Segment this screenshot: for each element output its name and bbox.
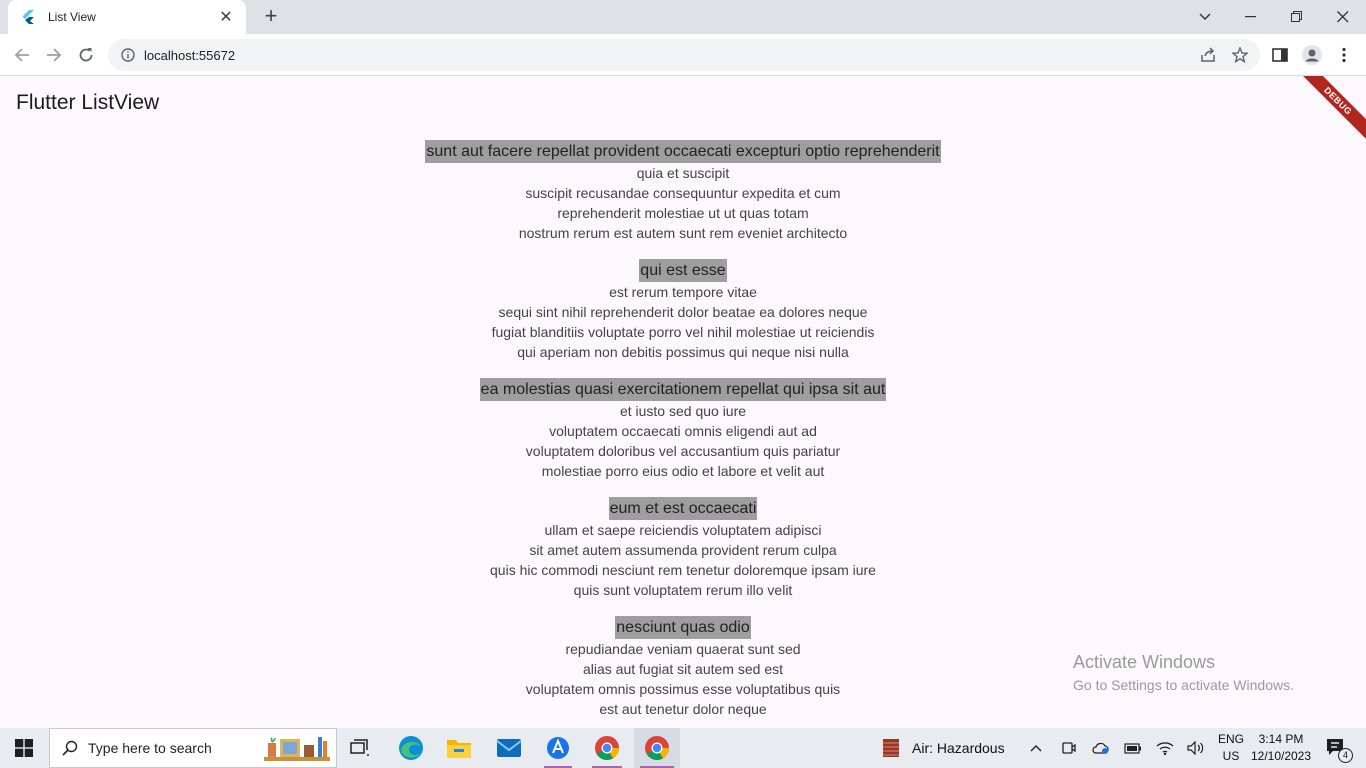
wifi-icon[interactable] (1154, 728, 1176, 768)
reload-icon[interactable] (73, 42, 99, 68)
post-body-line: voluptatem doloribus vel accusantium qui… (525, 443, 841, 459)
side-panel-icon[interactable] (1270, 45, 1290, 65)
back-arrow-icon[interactable] (9, 42, 35, 68)
chrome-active-icon[interactable] (634, 728, 680, 768)
lang-bottom: US (1222, 749, 1240, 763)
lang-top: ENG (1217, 732, 1244, 746)
close-window-button[interactable] (1320, 0, 1366, 34)
minimize-button[interactable] (1228, 0, 1274, 34)
post-body-line: voluptatem occaecati omnis eligendi aut … (549, 423, 817, 439)
tab-strip: List View ✕ + (0, 0, 1366, 34)
address-bar[interactable]: localhost:55672 (108, 39, 1260, 71)
post-body-line: sequi sint nihil reprehenderit dolor bea… (498, 304, 868, 320)
post-body-line: molestiae porro eius odio et labore et v… (541, 463, 825, 479)
notification-center-icon[interactable]: 4 (1322, 728, 1353, 768)
flutter-favicon-icon (20, 9, 36, 25)
notification-count: 4 (1338, 748, 1353, 763)
bookmark-star-icon[interactable] (1230, 45, 1250, 65)
post-body-line: reprehenderit molestiae ut ut quas totam (557, 205, 809, 221)
task-view-icon[interactable] (342, 728, 378, 768)
restore-button[interactable] (1274, 0, 1320, 34)
post-body-line: fugiat blanditiis voluptate porro vel ni… (491, 324, 875, 340)
meet-now-icon[interactable] (1058, 728, 1080, 768)
weather-widget[interactable]: Air: Hazardous (880, 728, 1010, 768)
post-title: nesciunt quas odio (615, 616, 751, 639)
post-body-line: est rerum tempore vitae (609, 284, 757, 300)
post-body-line: quis sunt voluptatem rerum illo velit (573, 582, 793, 598)
post-body-line: qui aperiam non debitis possimus qui neq… (517, 344, 849, 360)
site-info-icon[interactable] (120, 47, 136, 63)
search-placeholder: Type here to search (88, 740, 212, 756)
windows-start-icon[interactable] (0, 728, 48, 768)
battery-plug-icon[interactable] (1122, 728, 1144, 768)
list-item[interactable]: sunt aut facere repellat provident occae… (0, 140, 1366, 243)
list-item[interactable]: eum et est occaecati ullam et saepe reic… (0, 497, 1366, 600)
flutter-app-page: Flutter ListView DEBUG sunt aut facere r… (0, 76, 1366, 728)
app-bar-title: Flutter ListView (16, 91, 160, 114)
post-title: eum et est occaecati (608, 497, 758, 520)
app-store-a-icon[interactable] (538, 728, 578, 768)
post-body-line: suscipit recusandae consequuntur expedit… (525, 185, 841, 201)
post-body-line: sit amet autem assumenda provident rerum… (529, 542, 837, 558)
tab-search-chevron-icon[interactable] (1182, 0, 1228, 34)
post-body-line: quia et suscipit (636, 165, 730, 181)
watermark-line-1: Activate Windows (1073, 652, 1216, 672)
mail-icon[interactable] (490, 728, 528, 768)
weather-text: Air: Hazardous (912, 740, 1005, 756)
clock-time: 3:14 PM (1258, 732, 1304, 746)
clock-date: 12/10/2023 (1250, 749, 1312, 763)
language-indicator[interactable]: ENG US (1216, 731, 1246, 765)
post-body-line: quis hic commodi nesciunt rem tenetur do… (490, 562, 876, 578)
chrome-icon[interactable] (586, 728, 628, 768)
forward-arrow-icon[interactable] (41, 42, 67, 68)
onedrive-sync-icon[interactable] (1090, 728, 1112, 768)
system-clock[interactable]: 3:14 PM 12/10/2023 (1244, 731, 1318, 765)
post-body-line: et iusto sed quo iure (619, 403, 747, 419)
list-item[interactable]: ea molestias quasi exercitationem repell… (0, 378, 1366, 481)
search-icon (62, 740, 78, 756)
profile-avatar-icon[interactable] (1302, 45, 1322, 65)
tray-chevron-up-icon[interactable] (1026, 728, 1046, 768)
activate-windows-watermark: Activate Windows Go to Settings to activ… (1073, 652, 1294, 693)
browser-toolbar: localhost:55672 (0, 34, 1366, 76)
search-highlight-image-icon (260, 731, 334, 765)
air-quality-icon (880, 737, 902, 759)
tab-title: List View (48, 10, 96, 24)
menu-kebab-icon[interactable] (1334, 45, 1354, 65)
volume-icon[interactable] (1184, 728, 1208, 768)
post-list[interactable]: sunt aut facere repellat provident occae… (0, 140, 1366, 728)
browser-tab[interactable]: List View ✕ (8, 0, 246, 34)
watermark-line-2: Go to Settings to activate Windows. (1073, 677, 1294, 693)
windows-taskbar: Type here to search Air: Hazardous ENG U… (0, 728, 1366, 768)
post-body-line: ullam et saepe reiciendis voluptatem adi… (544, 522, 822, 538)
edge-browser-icon[interactable] (392, 728, 430, 768)
taskbar-search-box[interactable]: Type here to search (49, 728, 337, 768)
post-body-line: nostrum rerum est autem sunt rem eveniet… (518, 225, 848, 241)
post-title: qui est esse (639, 259, 727, 282)
share-icon[interactable] (1198, 45, 1218, 65)
url-text: localhost:55672 (144, 47, 236, 63)
post-title: sunt aut facere repellat provident occae… (425, 140, 941, 163)
file-explorer-icon[interactable] (440, 728, 478, 768)
tab-close-icon[interactable]: ✕ (218, 7, 234, 27)
post-body-line: est aut tenetur dolor neque (599, 701, 767, 717)
new-tab-button[interactable]: + (260, 5, 282, 28)
list-item[interactable]: qui est esse est rerum tempore vitae seq… (0, 259, 1366, 362)
post-title: ea molestias quasi exercitationem repell… (479, 378, 887, 401)
debug-banner: DEBUG (1297, 76, 1366, 142)
